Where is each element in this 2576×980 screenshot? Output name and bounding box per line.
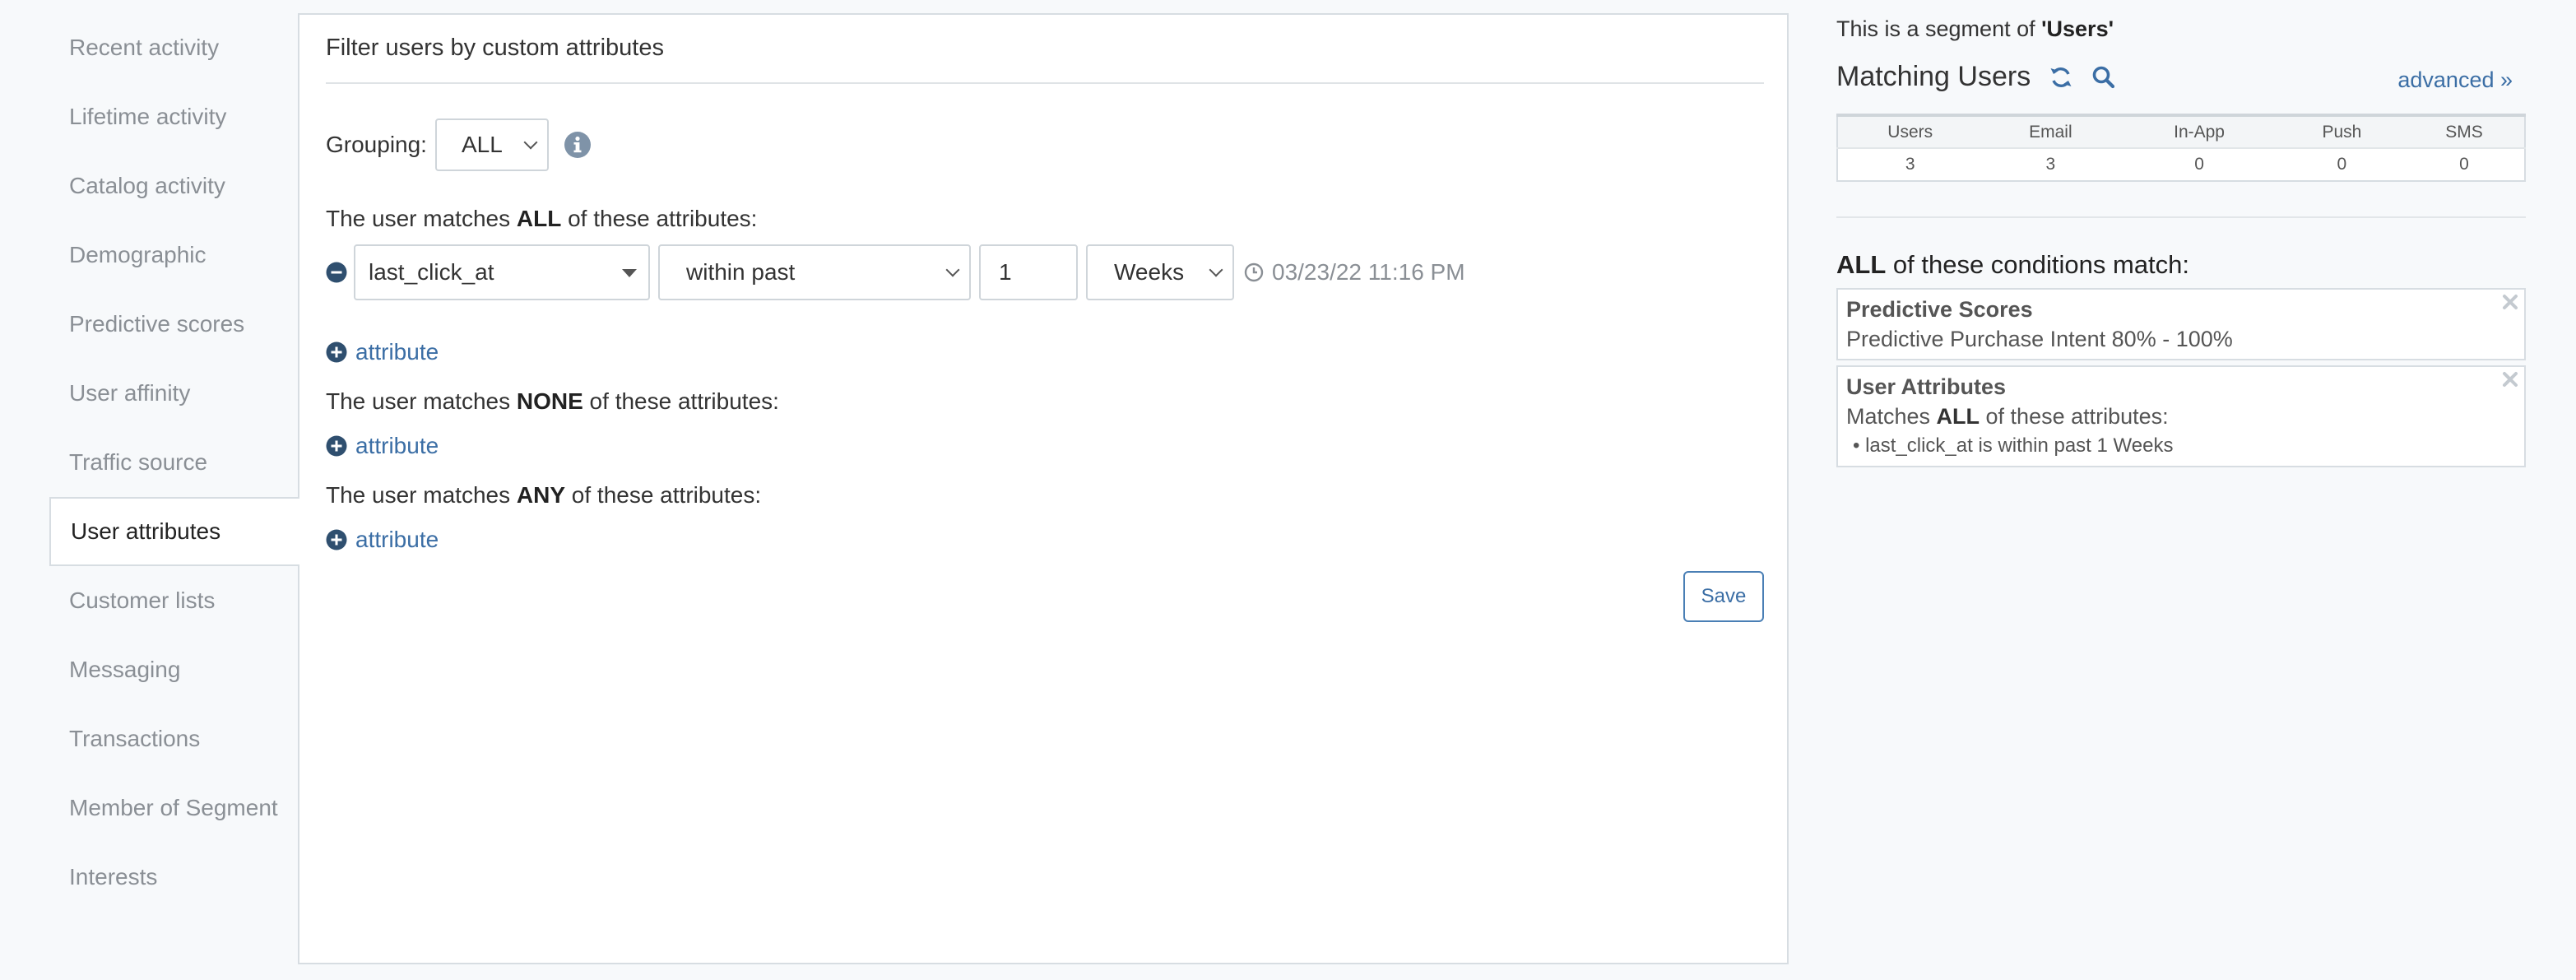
nav-item-lifetime-activity[interactable]: Lifetime activity — [51, 82, 299, 151]
condition-detail: Predictive Purchase Intent 80% - 100% — [1846, 327, 2233, 351]
divider — [1836, 216, 2526, 218]
any-section-label: The user matches ANY of these attributes… — [326, 482, 762, 508]
nav-item-interests[interactable]: Interests — [51, 843, 299, 912]
add-none-attribute-link[interactable]: attribute — [326, 433, 439, 459]
attribute-select[interactable]: last_click_at — [354, 244, 650, 300]
plus-circle-icon — [326, 341, 347, 363]
divider — [326, 82, 1764, 84]
attribute-value: last_click_at — [369, 259, 494, 285]
nav-item-transactions[interactable]: Transactions — [51, 704, 299, 773]
filter-panel: Filter users by custom attributes Groupi… — [298, 13, 1789, 964]
condition-card-user-attributes: User Attributes Matches ALL of these att… — [1836, 365, 2526, 467]
users-count: 3 — [1905, 155, 1915, 174]
add-attribute-label: attribute — [355, 339, 439, 365]
nav-item-customer-lists[interactable]: Customer lists — [51, 566, 299, 635]
operator-select[interactable]: within past — [658, 244, 971, 300]
save-button[interactable]: Save — [1683, 571, 1764, 622]
add-attribute-label: attribute — [355, 527, 439, 552]
caret-down-icon — [622, 269, 637, 277]
chevron-down-icon — [1209, 262, 1223, 277]
grouping-value: ALL — [461, 132, 503, 157]
email-count: 3 — [2045, 155, 2056, 174]
condition-bullet: • last_click_at is within past 1 Weeks — [1853, 434, 2174, 457]
advanced-link[interactable]: advanced » — [2397, 67, 2513, 93]
nav-item-messaging[interactable]: Messaging — [51, 635, 299, 704]
nav-item-traffic-source[interactable]: Traffic source — [51, 428, 299, 497]
column-header: SMS — [2404, 115, 2525, 149]
panel-title: Filter users by custom attributes — [326, 35, 664, 61]
unit-value: Weeks — [1114, 259, 1185, 285]
table-header-row: Users Email In-App Push SMS — [1837, 115, 2525, 149]
plus-circle-icon — [326, 435, 347, 457]
matching-users-table: Users Email In-App Push SMS 3 3 0 0 0 — [1836, 114, 2526, 182]
reference-timestamp: 03/23/22 11:16 PM — [1244, 259, 1465, 286]
push-count: 0 — [2337, 155, 2347, 174]
nav-item-demographic[interactable]: Demographic — [51, 221, 299, 290]
remove-condition-icon[interactable] — [326, 262, 347, 283]
nav-item-predictive-scores[interactable]: Predictive scores — [51, 290, 299, 359]
sms-count: 0 — [2459, 155, 2469, 174]
chevron-down-icon — [945, 262, 960, 277]
add-any-attribute-link[interactable]: attribute — [326, 527, 439, 553]
attribute-condition-row: last_click_at within past 1 Weeks 03/23/… — [326, 244, 1465, 301]
info-icon[interactable] — [564, 131, 592, 159]
timestamp-text: 03/23/22 11:16 PM — [1272, 259, 1465, 285]
nav-item-user-affinity[interactable]: User affinity — [51, 359, 299, 428]
nav-item-recent-activity[interactable]: Recent activity — [51, 13, 299, 82]
condition-title: User Attributes — [1846, 374, 2007, 399]
search-icon[interactable] — [2091, 65, 2116, 90]
condition-detail: Matches ALL of these attributes: — [1846, 404, 2169, 429]
nav-item-member-of-segment[interactable]: Member of Segment — [51, 773, 299, 843]
column-header: Users — [1837, 115, 1983, 149]
add-all-attribute-link[interactable]: attribute — [326, 339, 439, 365]
clock-icon — [1244, 262, 1264, 282]
refresh-icon[interactable] — [2049, 65, 2073, 90]
matching-users-title: Matching Users — [1836, 61, 2031, 92]
segment-parent-note: This is a segment of 'Users' — [1836, 16, 2114, 41]
nav-item-catalog-activity[interactable]: Catalog activity — [51, 151, 299, 221]
amount-input[interactable]: 1 — [979, 244, 1078, 300]
in-app-count: 0 — [2194, 155, 2204, 174]
segment-editor-page: Recent activity Lifetime activity Catalo… — [0, 0, 2576, 980]
column-header: In-App — [2119, 115, 2280, 149]
parent-segment-name: 'Users' — [2041, 16, 2114, 41]
grouping-select[interactable]: ALL — [434, 118, 549, 171]
condition-title: Predictive Scores — [1846, 297, 2033, 322]
close-icon[interactable] — [2501, 293, 2519, 311]
grouping-row: Grouping: ALL — [326, 118, 592, 171]
close-icon[interactable] — [2501, 370, 2519, 388]
condition-card-predictive-scores: Predictive Scores Predictive Purchase In… — [1836, 288, 2526, 360]
nav-item-user-attributes[interactable]: User attributes — [49, 497, 299, 566]
unit-select[interactable]: Weeks — [1086, 244, 1234, 300]
filter-category-nav: Recent activity Lifetime activity Catalo… — [49, 13, 299, 912]
table-row: 3 3 0 0 0 — [1837, 148, 2525, 181]
grouping-label: Grouping: — [326, 132, 427, 157]
all-section-label: The user matches ALL of these attributes… — [326, 206, 758, 231]
none-section-label: The user matches NONE of these attribute… — [326, 388, 779, 414]
column-header: Email — [1982, 115, 2119, 149]
plus-circle-icon — [326, 529, 347, 550]
chevron-down-icon — [523, 135, 538, 150]
operator-value: within past — [686, 259, 796, 285]
matching-users-header: Matching Users — [1836, 61, 2116, 93]
add-attribute-label: attribute — [355, 433, 439, 458]
conditions-heading: ALL of these conditions match: — [1836, 250, 2190, 279]
column-header: Push — [2279, 115, 2405, 149]
